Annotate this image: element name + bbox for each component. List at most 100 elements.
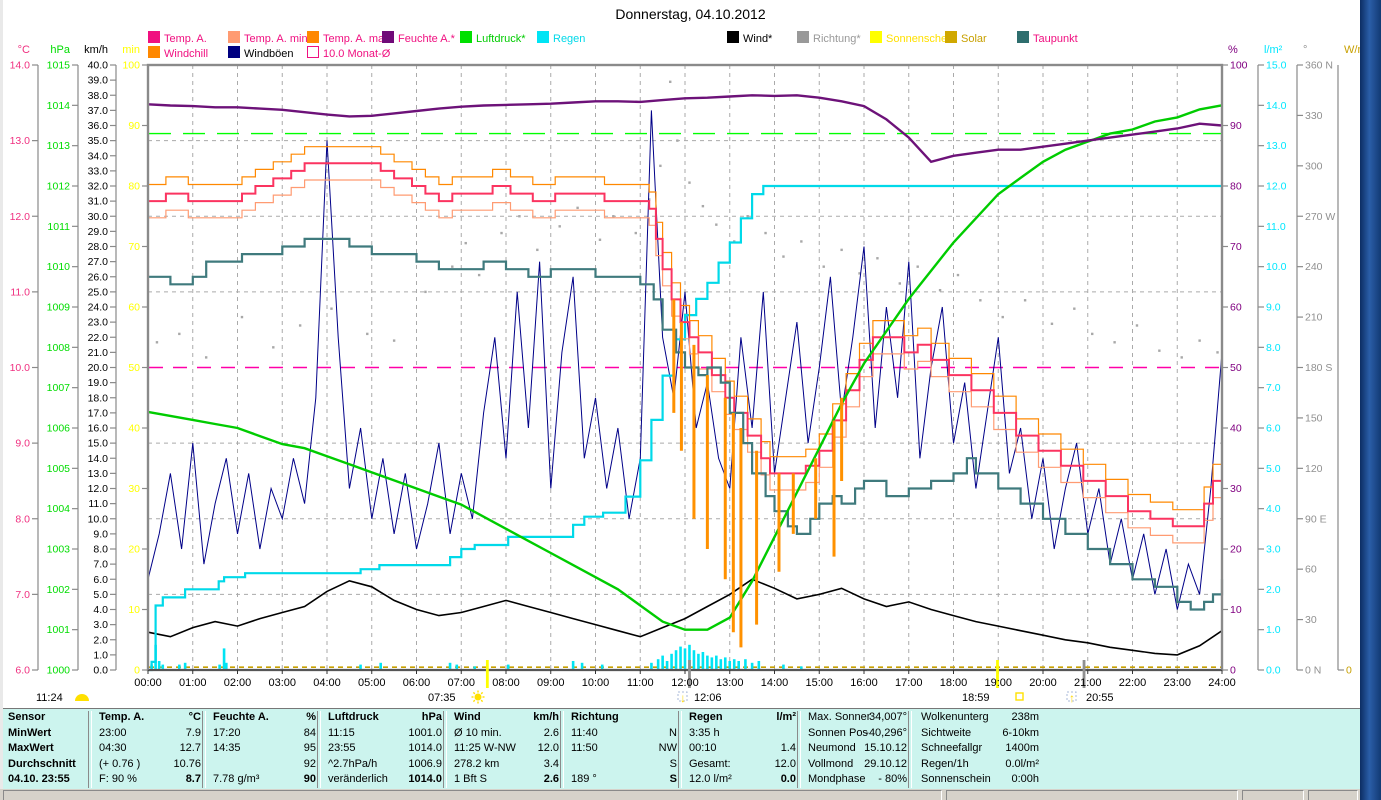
table-divider <box>88 711 92 788</box>
svg-text:8.0: 8.0 <box>93 544 108 556</box>
svg-text:70: 70 <box>128 241 140 253</box>
svg-text:20.0: 20.0 <box>88 362 109 374</box>
axis-hPa: 1015 1014 1013 1012 1011 1010 1009 1008 1007 1006… <box>47 44 79 677</box>
svg-text:21.0: 21.0 <box>88 347 109 359</box>
table-divider <box>443 711 447 788</box>
svg-text:36.0: 36.0 <box>88 120 109 132</box>
col-unit: % <box>306 711 316 723</box>
cell-value: 0.0 <box>780 773 796 786</box>
svg-text:24:00: 24:00 <box>1208 677 1236 689</box>
svg-text:↓: ↓ <box>680 691 686 705</box>
extra-value: 0:00h <box>1011 773 1039 786</box>
svg-text:90 E: 90 E <box>1305 513 1327 525</box>
svg-text:330: 330 <box>1305 110 1323 122</box>
col-header: Wind <box>454 711 481 723</box>
svg-text:°: ° <box>1303 44 1307 56</box>
svg-text:270 W: 270 W <box>1305 211 1335 223</box>
row-label: MinWert <box>8 726 52 739</box>
status-bar <box>0 789 1360 800</box>
col-unit: l/m² <box>776 711 796 723</box>
svg-text:120: 120 <box>1305 463 1323 475</box>
extra-value: 238m <box>1011 711 1039 723</box>
axis-C: 14.0 13.0 12.0 11.0 10.0 9.0 8.0 7.0 6.0 °C <box>10 44 39 677</box>
svg-text:07:00: 07:00 <box>447 677 475 689</box>
row-label: MaxWert <box>8 742 54 755</box>
cell-value: 1.4 <box>780 742 796 755</box>
svg-text:1007: 1007 <box>47 382 71 394</box>
svg-text:2.0: 2.0 <box>1266 584 1281 596</box>
svg-text:11.0: 11.0 <box>1266 221 1286 233</box>
svg-text:300: 300 <box>1305 160 1323 172</box>
svg-text:1006: 1006 <box>47 423 71 435</box>
cell-value: 84 <box>303 726 316 739</box>
svg-text:10: 10 <box>128 604 140 616</box>
svg-text:90: 90 <box>1230 120 1242 132</box>
svg-text:6.0: 6.0 <box>15 665 30 677</box>
svg-text:10.0: 10.0 <box>88 513 109 525</box>
col-header: Richtung <box>571 711 619 723</box>
event-mark <box>485 660 489 688</box>
table-divider <box>560 711 564 788</box>
svg-text:1009: 1009 <box>47 302 71 314</box>
cell-value: 1006.9 <box>408 757 442 770</box>
svg-text:28.0: 28.0 <box>88 241 109 253</box>
svg-text:240: 240 <box>1305 261 1323 273</box>
svg-text:1.0: 1.0 <box>1266 624 1281 636</box>
svg-text:38.0: 38.0 <box>88 90 109 102</box>
cell-value: 3.4 <box>543 757 559 770</box>
svg-text:15.0: 15.0 <box>88 438 109 450</box>
svg-text:18:00: 18:00 <box>940 677 968 689</box>
col-header: Temp. A. <box>99 711 145 723</box>
svg-text:30: 30 <box>1230 483 1242 495</box>
svg-text:39.0: 39.0 <box>88 75 109 87</box>
svg-text:16.0: 16.0 <box>88 423 109 435</box>
svg-text:6.0: 6.0 <box>93 574 108 586</box>
svg-text:0.0: 0.0 <box>1266 665 1281 677</box>
svg-text:l/m²: l/m² <box>1264 44 1283 56</box>
svg-text:1010: 1010 <box>47 261 71 273</box>
status-bar-segment <box>946 790 1238 800</box>
col-header: Regen <box>689 711 723 723</box>
svg-text:1003: 1003 <box>47 544 71 556</box>
col-unit: hPa <box>421 711 442 723</box>
svg-text:5.0: 5.0 <box>1266 463 1281 475</box>
cell-value: 2.6 <box>543 726 559 739</box>
svg-text:7.0: 7.0 <box>15 589 30 601</box>
svg-text:1000: 1000 <box>47 665 71 677</box>
svg-text:17.0: 17.0 <box>88 407 109 419</box>
svg-text:18.0: 18.0 <box>88 392 109 404</box>
svg-text:10: 10 <box>1230 604 1242 616</box>
svg-text:13.0: 13.0 <box>10 135 31 147</box>
svg-text:12:06: 12:06 <box>694 692 722 704</box>
weather-chart-svg: 14.013.012.011.010.09.08.07.06.0°C101510… <box>10 44 1371 705</box>
svg-text:210: 210 <box>1305 312 1323 324</box>
col-unit: °C <box>188 711 201 723</box>
svg-text:14.0: 14.0 <box>1266 100 1287 112</box>
svg-text:80: 80 <box>1230 181 1242 193</box>
svg-text:100: 100 <box>1230 60 1248 72</box>
svg-text:4.0: 4.0 <box>93 604 108 616</box>
svg-text:30: 30 <box>1305 614 1317 626</box>
axis-lm: 15.0 14.0 13.0 12.0 11.0 10.0 9.0 8.0 7.0 6.0 5.0 4… <box>1257 44 1287 677</box>
row-label: 04.10. 23:55 <box>8 773 70 786</box>
svg-text:30: 30 <box>128 483 140 495</box>
svg-text:17:00: 17:00 <box>895 677 923 689</box>
astro-value: 29.10.12 <box>864 757 907 770</box>
extra-value: 1400m <box>1005 742 1039 755</box>
svg-text:13.0: 13.0 <box>1266 140 1287 152</box>
cell-value: 1014.0 <box>408 773 442 786</box>
svg-text:11:24: 11:24 <box>36 692 63 704</box>
table-divider <box>797 711 801 788</box>
svg-text:29.0: 29.0 <box>88 226 109 238</box>
svg-text:7.0: 7.0 <box>93 559 108 571</box>
svg-text:9.0: 9.0 <box>15 438 30 450</box>
svg-text:21:00: 21:00 <box>1074 677 1102 689</box>
svg-text:60: 60 <box>1230 302 1242 314</box>
cell-value: NW <box>658 742 677 755</box>
cell-value: S <box>669 773 677 786</box>
svg-text:1012: 1012 <box>47 181 71 193</box>
x-axis-annotations: 11:24 07:35 12:06 ↓ 18:59 20:55 ↑ <box>36 690 1114 705</box>
svg-text:12.0: 12.0 <box>10 211 31 223</box>
svg-text:20:55: 20:55 <box>1086 692 1114 704</box>
astro-value: - 80% <box>878 773 907 786</box>
